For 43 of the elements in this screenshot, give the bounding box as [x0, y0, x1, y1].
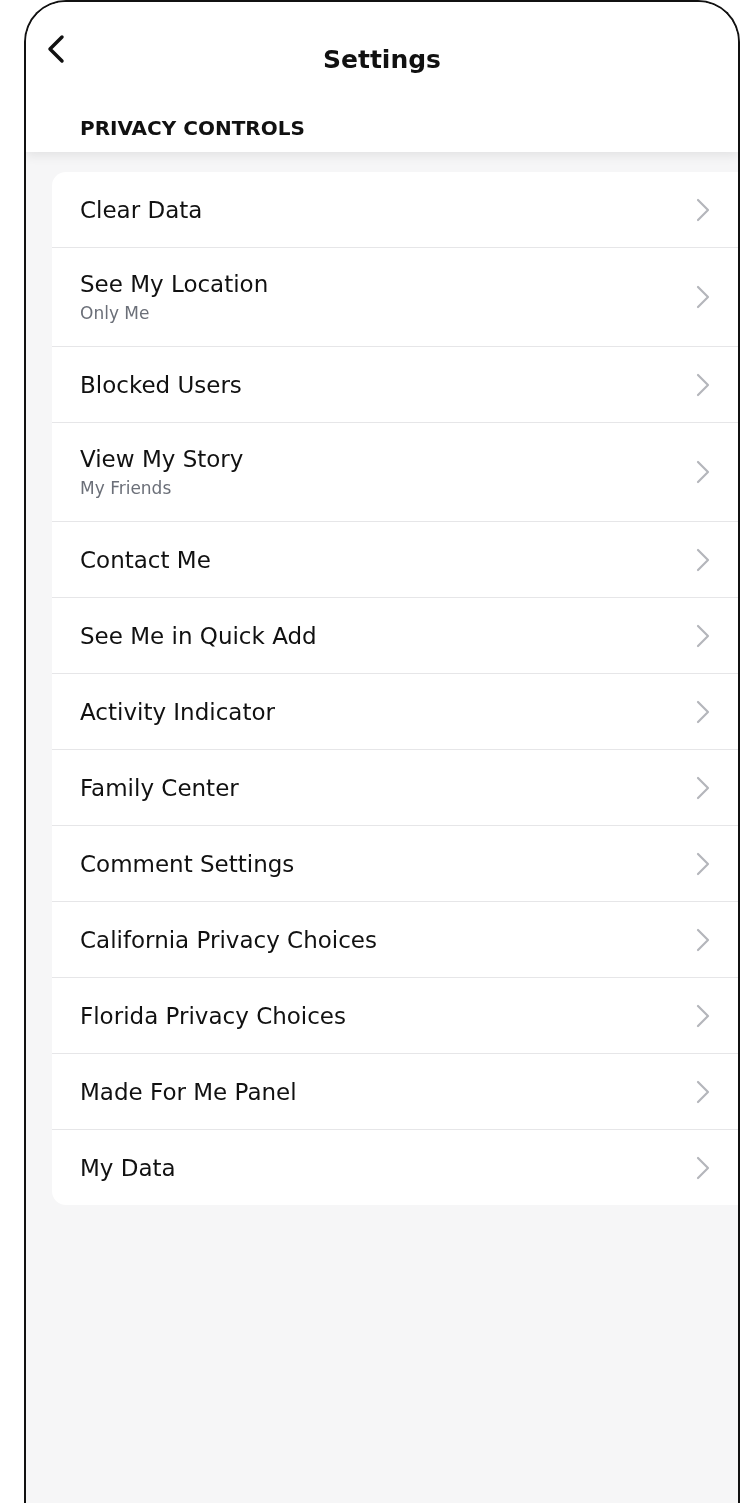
settings-row[interactable]: Comment Settings [52, 826, 738, 902]
chevron-right-icon [696, 372, 710, 397]
settings-row[interactable]: California Privacy Choices [52, 902, 738, 978]
row-label: See My Location [80, 271, 270, 297]
settings-row[interactable]: Family Center [52, 750, 738, 826]
screen-title: Settings [323, 44, 441, 74]
chevron-right-icon [696, 851, 710, 876]
settings-row[interactable]: Florida Privacy Choices [52, 978, 738, 1054]
row-label: Blocked Users [80, 371, 243, 398]
chevron-right-icon [696, 197, 710, 222]
row-label: View My Story [80, 446, 245, 472]
chevron-right-icon [696, 623, 710, 648]
section-heading: PRIVACY CONTROLS [80, 116, 305, 140]
row-label: Florida Privacy Choices [80, 1002, 347, 1029]
chevron-right-icon [696, 927, 710, 952]
chevron-right-icon [696, 775, 710, 800]
row-label: My Data [80, 1154, 177, 1181]
row-label: Clear Data [80, 196, 204, 223]
settings-row[interactable]: Blocked Users [52, 347, 738, 423]
row-label: California Privacy Choices [80, 926, 378, 953]
chevron-right-icon [696, 460, 710, 484]
row-label: Family Center [80, 774, 240, 801]
settings-row[interactable]: My Data [52, 1130, 738, 1205]
chevron-right-icon [696, 1079, 710, 1104]
chevron-right-icon [696, 1003, 710, 1028]
settings-row[interactable]: Clear Data [52, 172, 738, 248]
chevron-right-icon [696, 1155, 710, 1180]
row-value: Only Me [80, 303, 151, 323]
chevron-right-icon [696, 285, 710, 309]
settings-row[interactable]: Made For Me Panel [52, 1054, 738, 1130]
row-label: See Me in Quick Add [80, 622, 318, 649]
row-label: Made For Me Panel [80, 1078, 298, 1105]
settings-row[interactable]: Activity Indicator [52, 674, 738, 750]
settings-row[interactable]: Contact Me [52, 522, 738, 598]
row-value: My Friends [80, 478, 173, 498]
row-label: Activity Indicator [80, 698, 276, 725]
chevron-right-icon [696, 547, 710, 572]
settings-row[interactable]: See My Location Only Me [52, 248, 738, 347]
row-label: Contact Me [80, 546, 212, 573]
row-label: Comment Settings [80, 850, 296, 877]
settings-row[interactable]: See Me in Quick Add [52, 598, 738, 674]
settings-row[interactable]: View My Story My Friends [52, 423, 738, 522]
chevron-right-icon [696, 699, 710, 724]
